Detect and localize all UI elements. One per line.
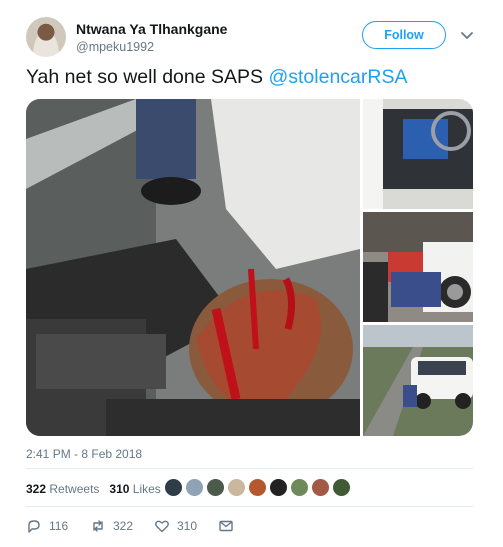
liker-avatar[interactable] [248, 478, 267, 497]
liker-avatar[interactable] [269, 478, 288, 497]
divider [26, 468, 473, 469]
mention-link[interactable]: @stolencarRSA [268, 66, 407, 88]
like-count: 310 [177, 519, 198, 533]
like-button[interactable]: 310 [154, 518, 218, 534]
retweets-count: 322 [26, 482, 47, 496]
follow-button[interactable]: Follow [362, 21, 446, 49]
user-handle[interactable]: @mpeku1992 [76, 40, 154, 54]
liker-avatar[interactable] [206, 478, 225, 497]
envelope-icon [219, 520, 233, 532]
divider [26, 506, 473, 507]
retweet-button[interactable]: 322 [90, 518, 154, 534]
display-name[interactable]: Ntwana Ya Tlhankgane [76, 21, 227, 37]
heart-icon [155, 520, 169, 533]
retweet-icon [93, 520, 103, 532]
photo-car-door[interactable] [363, 212, 473, 322]
reply-icon [28, 520, 40, 533]
liker-avatar[interactable] [332, 478, 351, 497]
liker-avatar[interactable] [227, 478, 246, 497]
media-grid [26, 99, 473, 436]
liker-avatar[interactable] [290, 478, 309, 497]
photo-car-roadside[interactable] [363, 325, 473, 436]
liker-avatars [164, 478, 351, 497]
timestamp[interactable]: 2:41 PM - 8 Feb 2018 [26, 447, 142, 461]
liker-avatar[interactable] [164, 478, 183, 497]
chevron-down-icon[interactable] [460, 28, 474, 42]
action-bar: 116 322 310 [26, 518, 234, 534]
liker-avatar[interactable] [311, 478, 330, 497]
reply-button[interactable]: 116 [26, 518, 90, 534]
retweet-count: 322 [113, 519, 134, 533]
photo-main[interactable] [26, 99, 360, 436]
reply-count: 116 [49, 519, 69, 533]
photo-car-interior[interactable] [363, 99, 473, 209]
likes-stat[interactable]: 310 Likes [109, 482, 160, 496]
likes-label: Likes [132, 482, 161, 496]
likes-count: 310 [109, 482, 130, 496]
engagement-stats: 322 Retweets 310 Likes [26, 482, 161, 496]
avatar[interactable] [26, 17, 66, 57]
tweet-body: Yah net so well done SAPS [26, 66, 269, 88]
direct-message-button[interactable] [218, 518, 234, 534]
liker-avatar[interactable] [185, 478, 204, 497]
retweets-label: Retweets [49, 482, 100, 496]
tweet-text: Yah net so well done SAPS @stolencarRSA [26, 66, 407, 89]
retweets-stat[interactable]: 322 Retweets [26, 482, 99, 496]
